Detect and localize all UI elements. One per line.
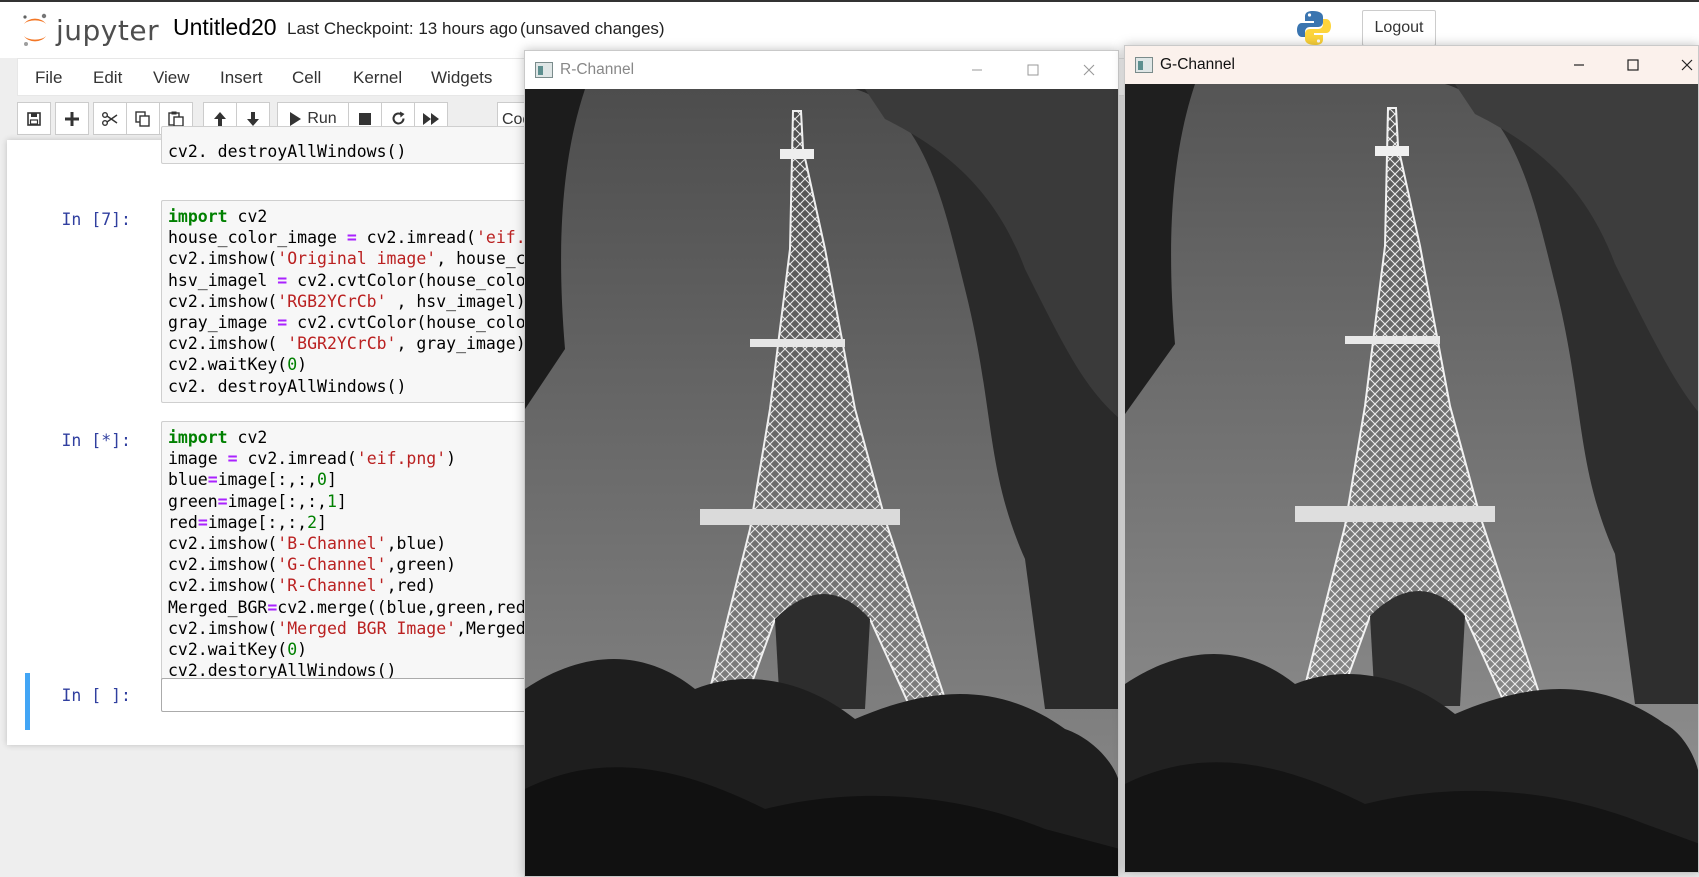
window-title: G-Channel — [1160, 56, 1235, 73]
code-line: cv2. destroyAllWindows() — [168, 142, 407, 161]
window-title: R-Channel — [560, 61, 635, 78]
play-icon — [290, 111, 302, 126]
fast-forward-icon — [423, 112, 439, 125]
restart-icon — [392, 111, 404, 125]
arrow-down-icon — [247, 111, 259, 126]
code-line: green=image[:,:,1] — [168, 491, 347, 511]
menu-file[interactable]: File — [35, 68, 62, 88]
autosave-status: (unsaved changes) — [520, 19, 665, 38]
close-button[interactable] — [1676, 54, 1698, 76]
eiffel-tower-image — [525, 89, 1118, 876]
cut-button[interactable] — [93, 102, 127, 135]
jupyter-logo-text: jupyter — [56, 13, 160, 47]
scissors-icon — [102, 111, 118, 126]
close-icon — [1083, 64, 1095, 76]
app-window-icon — [535, 62, 553, 78]
cell-input[interactable]: cv2. destroyAllWindows() — [161, 126, 527, 164]
save-button[interactable] — [17, 102, 51, 135]
code-line: cv2.waitKey(0) — [168, 640, 308, 660]
notebook-name[interactable]: Untitled20 — [173, 14, 277, 41]
menu-widgets[interactable]: Widgets — [431, 68, 492, 88]
code-line: import cv2 — [168, 207, 268, 226]
minimize-button[interactable] — [1568, 54, 1590, 76]
eiffel-tower-image — [1125, 84, 1698, 872]
last-checkpoint: Last Checkpoint: 13 hours ago — [287, 19, 518, 38]
app-window-icon — [1135, 57, 1153, 73]
code-line: image = cv2.imread('eif.png') — [168, 449, 457, 469]
code-line: cv2.imshow('G-Channel',green) — [168, 555, 457, 575]
insert-cell-button[interactable] — [55, 102, 89, 135]
code-line: blue=image[:,:,0] — [168, 470, 337, 490]
cell-input[interactable]: import cv2 image = cv2.imread('eif.png')… — [161, 421, 527, 688]
menu-kernel[interactable]: Kernel — [353, 68, 402, 88]
maximize-icon — [1027, 64, 1039, 76]
code-line: red=image[:,:,2] — [168, 512, 327, 532]
empty-cell-input[interactable] — [161, 678, 527, 712]
code-line: cv2.imshow('Merged BGR Image',Merged_ — [168, 618, 527, 638]
code-line: cv2. destroyAllWindows() — [168, 376, 407, 396]
save-icon — [27, 111, 41, 126]
selected-cell-indicator — [25, 673, 30, 730]
window-titlebar[interactable]: G-Channel — [1125, 46, 1698, 84]
g-channel-window[interactable]: G-Channel — [1124, 45, 1699, 873]
code-line: Merged_BGR=cv2.merge((blue,green,red)) — [168, 597, 527, 617]
maximize-button[interactable] — [1022, 59, 1044, 81]
code-line: cv2.imshow('B-Channel',blue) — [168, 534, 447, 554]
r-channel-window[interactable]: R-Channel — [524, 50, 1119, 877]
channel-image — [1125, 84, 1698, 872]
code-line: import cv2 — [168, 428, 268, 447]
cell-prompt: In [ ]: — [61, 686, 131, 705]
cell-prompt: In [*]: — [61, 431, 131, 450]
run-label: Run — [307, 109, 337, 127]
cell-prompt: In [7]: — [61, 210, 131, 229]
code-line: gray_image = cv2.cvtColor(house_color — [168, 313, 527, 333]
maximize-button[interactable] — [1622, 54, 1644, 76]
menu-insert[interactable]: Insert — [220, 68, 263, 88]
maximize-icon — [1627, 59, 1639, 71]
code-line: cv2.waitKey(0) — [168, 355, 308, 375]
close-icon — [1681, 59, 1693, 71]
code-line: house_color_image = cv2.imread('eif.p — [168, 228, 527, 248]
cell-input[interactable]: import cv2 house_color_image = cv2.imrea… — [161, 200, 527, 403]
jupyter-logo-icon — [23, 13, 47, 46]
plus-icon — [65, 111, 79, 126]
copy-icon — [135, 110, 150, 127]
menu-edit[interactable]: Edit — [93, 68, 122, 88]
code-line: cv2.imshow( 'BGR2YCrCb', gray_image) — [168, 334, 526, 354]
code-line: hsv_imagel = cv2.cvtColor(house_color — [168, 270, 527, 290]
code-line: cv2.imshow('RGB2YCrCb' , hsv_imagel) — [168, 291, 526, 311]
window-titlebar[interactable]: R-Channel — [525, 51, 1118, 89]
menu-cell[interactable]: Cell — [292, 68, 321, 88]
paste-icon — [168, 111, 184, 127]
minimize-button[interactable] — [966, 59, 988, 81]
notebook-container: cv2. destroyAllWindows() In [7]: import … — [7, 126, 527, 745]
logout-button[interactable]: Logout — [1362, 10, 1436, 46]
menu-view[interactable]: View — [153, 68, 190, 88]
jupyter-logo[interactable]: jupyter — [20, 10, 159, 50]
arrow-up-icon — [214, 111, 226, 126]
close-button[interactable] — [1078, 59, 1100, 81]
minimize-icon — [1574, 64, 1584, 66]
channel-image — [525, 89, 1118, 876]
copy-button[interactable] — [126, 102, 160, 135]
code-line: cv2.imshow('Original image', house_co — [168, 249, 527, 269]
minimize-icon — [972, 69, 982, 71]
stop-icon — [359, 112, 371, 125]
code-line: cv2.imshow('R-Channel',red) — [168, 576, 437, 596]
